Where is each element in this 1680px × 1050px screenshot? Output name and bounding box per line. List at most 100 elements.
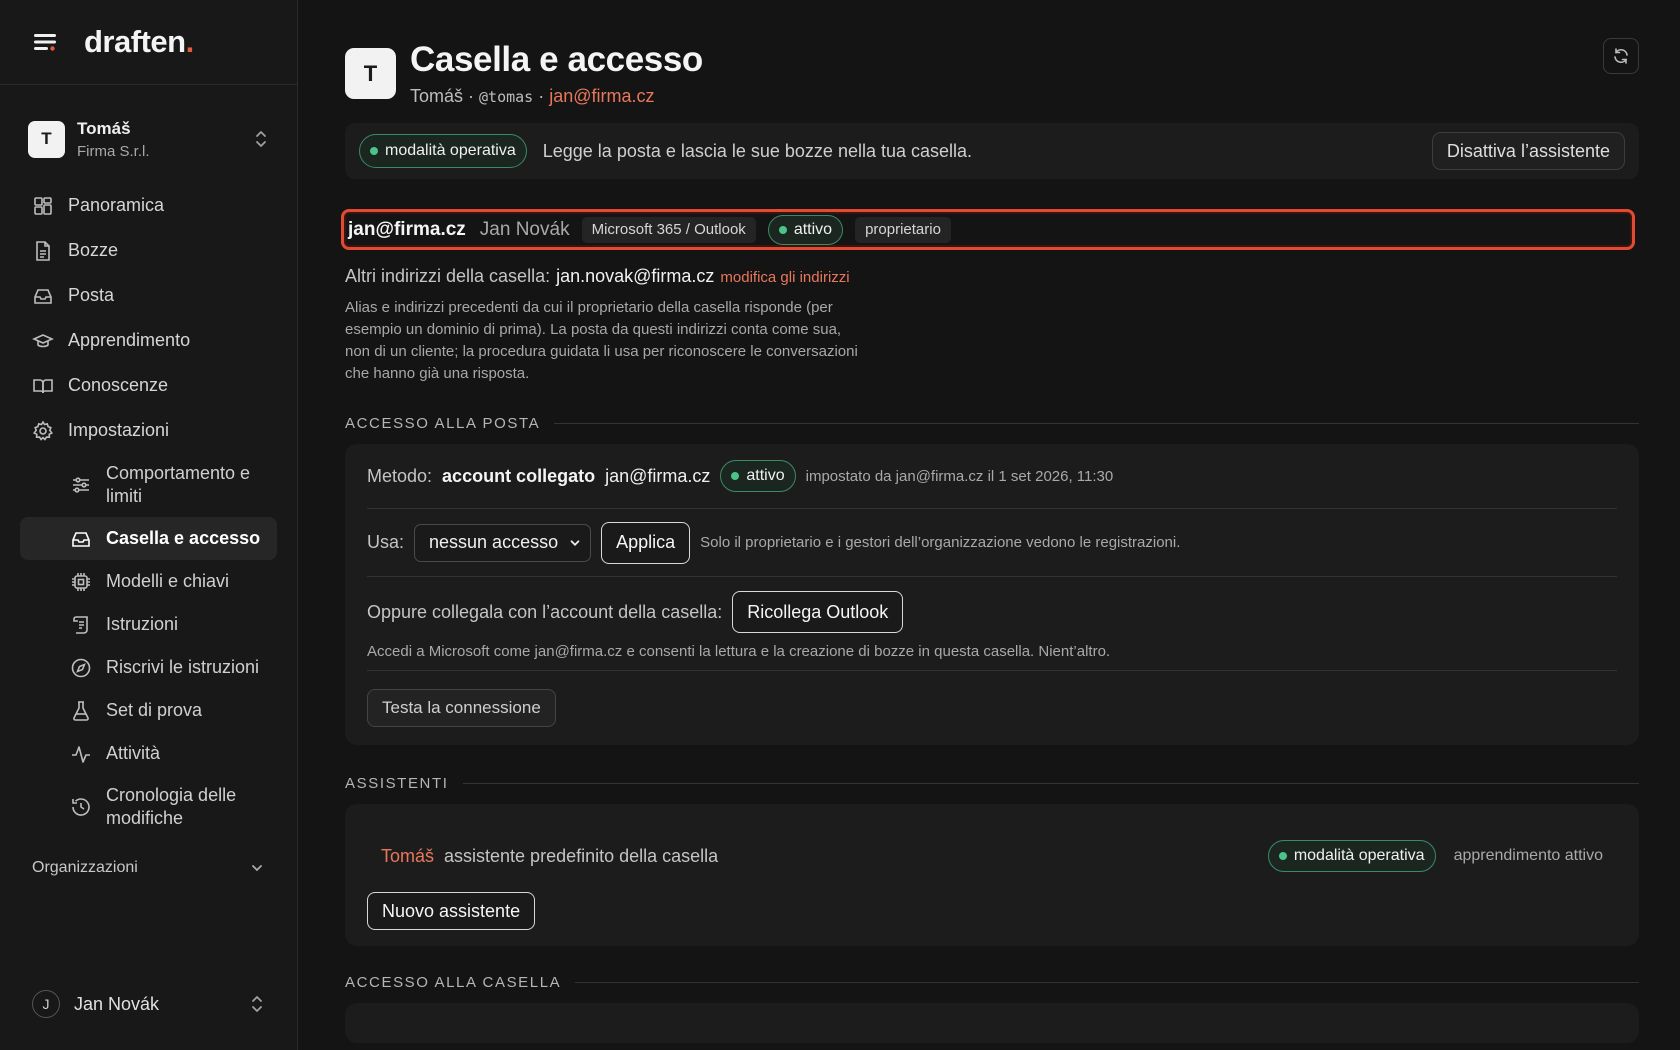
mailbox-access-card [345,1003,1639,1043]
chevron-updown-icon [253,129,269,149]
chevron-down-icon [568,536,582,550]
user-name: Jan Novák [74,993,160,1014]
test-connection-button[interactable]: Testa la connessione [367,689,556,727]
menu-icon[interactable] [32,28,60,56]
workspace-name: Tomáš [77,118,131,138]
apply-button[interactable]: Applica [601,521,691,564]
organizations-label: Organizzazioni [32,859,138,876]
history-icon [70,796,92,818]
method-email: jan@firma.cz [605,465,711,486]
sidebar-item-learning[interactable]: Apprendimento [0,318,297,363]
inbox-icon [70,528,92,550]
sidebar-item-label: Cronologia delle modifiche [106,785,237,828]
avatar: J [32,990,60,1018]
compass-icon [70,657,92,679]
sidebar-item-knowledge[interactable]: Conoscenze [0,363,297,408]
learning-status: apprendimento attivo [1453,847,1603,864]
sidebar-item-label: Bozze [68,240,119,260]
sidebar-item-label: Comportamento e limiti [106,463,251,506]
flask-icon [70,700,92,722]
workspace-org: Firma S.r.l. [77,142,150,160]
mode-description: Legge la posta e lascia le sue bozze nel… [542,140,973,161]
reconnect-row: Oppure collegala con l’account della cas… [367,577,1617,671]
edit-addresses-link[interactable]: modifica gli indirizzi [720,269,849,286]
sidebar-item-label: Impostazioni [68,420,170,440]
sidebar-subitem-activity[interactable]: Attività [20,732,277,775]
status-badge: modalità operativa [359,134,527,168]
sidebar-header: draften. [0,0,297,85]
status-badge: modalità operativa [1267,840,1436,872]
graduation-cap-icon [32,330,54,352]
access-select[interactable]: nessun accesso [414,523,592,562]
header-email-link[interactable]: jan@firma.cz [549,86,654,106]
page-title: Casella e accesso [410,40,703,79]
sidebar-subitem-history[interactable]: Cronologia delle modifiche [20,775,277,839]
gear-icon [32,419,54,442]
refresh-icon [1612,47,1630,65]
method-row: Metodo: account collegato jan@firma.cz a… [367,444,1617,509]
sidebar-subitem-behavior[interactable]: Comportamento e limiti [20,453,277,517]
new-assistant-button[interactable]: Nuovo assistente [367,892,536,930]
sidebar-item-label: Panoramica [68,195,165,215]
sidebar-item-label: Attività [106,743,161,763]
workspace-avatar: T [28,120,65,158]
refresh-button[interactable] [1603,38,1639,74]
alt-addresses-help: Alias e indirizzi precedenti da cui il p… [345,299,858,382]
section-heading-assistants: ASSISTENTI [345,775,1639,792]
assistant-name[interactable]: Tomáš [381,846,434,867]
assistant-avatar: T [345,48,396,99]
mailbox-summary-row[interactable]: jan@firma.cz Jan Novák Microsoft 365 / O… [341,209,1635,250]
chevron-updown-icon [249,994,265,1014]
brand-logo[interactable]: draften. [84,24,194,60]
organizations-toggle[interactable]: Organizzazioni [0,850,297,886]
sidebar-item-label: Set di prova [106,700,203,720]
alt-addresses: Altri indirizzi della casella: jan.novak@… [345,266,850,286]
sidebar-item-label: Conoscenze [68,375,169,395]
scroll-icon [70,614,92,636]
sidebar-item-label: Apprendimento [68,330,191,350]
sidebar-item-label: Posta [68,285,115,305]
sidebar-item-label: Istruzioni [106,614,179,634]
inbox-icon [32,285,54,307]
sidebar-subitem-models[interactable]: Modelli e chiavi [20,560,277,603]
sidebar-item-overview[interactable]: Panoramica [0,183,297,228]
sliders-icon [70,474,92,496]
use-note: Solo il proprietario e i gestori dell’or… [700,534,1181,551]
sidebar-item-mail[interactable]: Posta [0,273,297,318]
status-badge: attivo [720,460,796,492]
user-menu[interactable]: J Jan Novák [0,990,297,1018]
section-heading-mail-access: ACCESSO ALLA POSTA [345,415,1639,432]
assistant-row[interactable]: Tomáš assistente predefinito della casel… [367,840,1617,872]
sidebar-subitem-instructions[interactable]: Istruzioni [20,603,277,646]
sidebar-item-label: Riscrivi le istruzioni [106,657,260,677]
sidebar-subitem-rewrite[interactable]: Riscrivi le istruzioni [20,646,277,689]
sidebar-item-settings[interactable]: Impostazioni [0,408,297,453]
chevron-down-icon [249,860,265,876]
method-value: account collegato [442,465,596,486]
sidebar-subitem-mailbox[interactable]: Casella e accesso [20,517,277,560]
main-content: T Casella e accesso Tomáš · @tomas · jan… [298,0,1680,1050]
dashboard-icon [32,195,54,217]
document-icon [32,240,54,262]
provider-tag: Microsoft 365 / Outlook [581,216,756,243]
role-tag: proprietario [855,216,951,243]
reconnect-note: Accedi a Microsoft come jan@firma.cz e c… [367,643,1111,660]
mode-bar: modalità operativa Legge la posta e lasc… [345,123,1639,179]
book-icon [32,375,54,397]
disable-assistant-button[interactable]: Disattiva l’assistente [1431,132,1625,170]
sidebar: draften. T Tomáš Firma S.r.l. Panoramica… [0,0,298,1050]
mailbox-address: jan@firma.cz [348,218,466,240]
status-badge: attivo [767,214,844,245]
mailbox-owner: Jan Novák [479,218,570,240]
mail-access-card: Metodo: account collegato jan@firma.cz a… [345,444,1639,745]
test-row: Testa la connessione [367,671,1617,745]
sidebar-item-drafts[interactable]: Bozze [0,228,297,273]
sidebar-subitem-testset[interactable]: Set di prova [20,689,277,732]
reconnect-outlook-button[interactable]: Ricollega Outlook [732,591,904,633]
assistant-desc: assistente predefinito della casella [444,845,719,866]
section-heading-mailbox-access: ACCESSO ALLA CASELLA [345,974,1639,991]
method-set-by: impostato da jan@firma.cz il 1 set 2026,… [805,467,1114,485]
use-row: Usa: nessun accesso Applica Solo il prop… [367,509,1617,577]
sidebar-item-label: Modelli e chiavi [106,571,230,591]
workspace-switcher[interactable]: T Tomáš Firma S.r.l. [28,115,269,163]
